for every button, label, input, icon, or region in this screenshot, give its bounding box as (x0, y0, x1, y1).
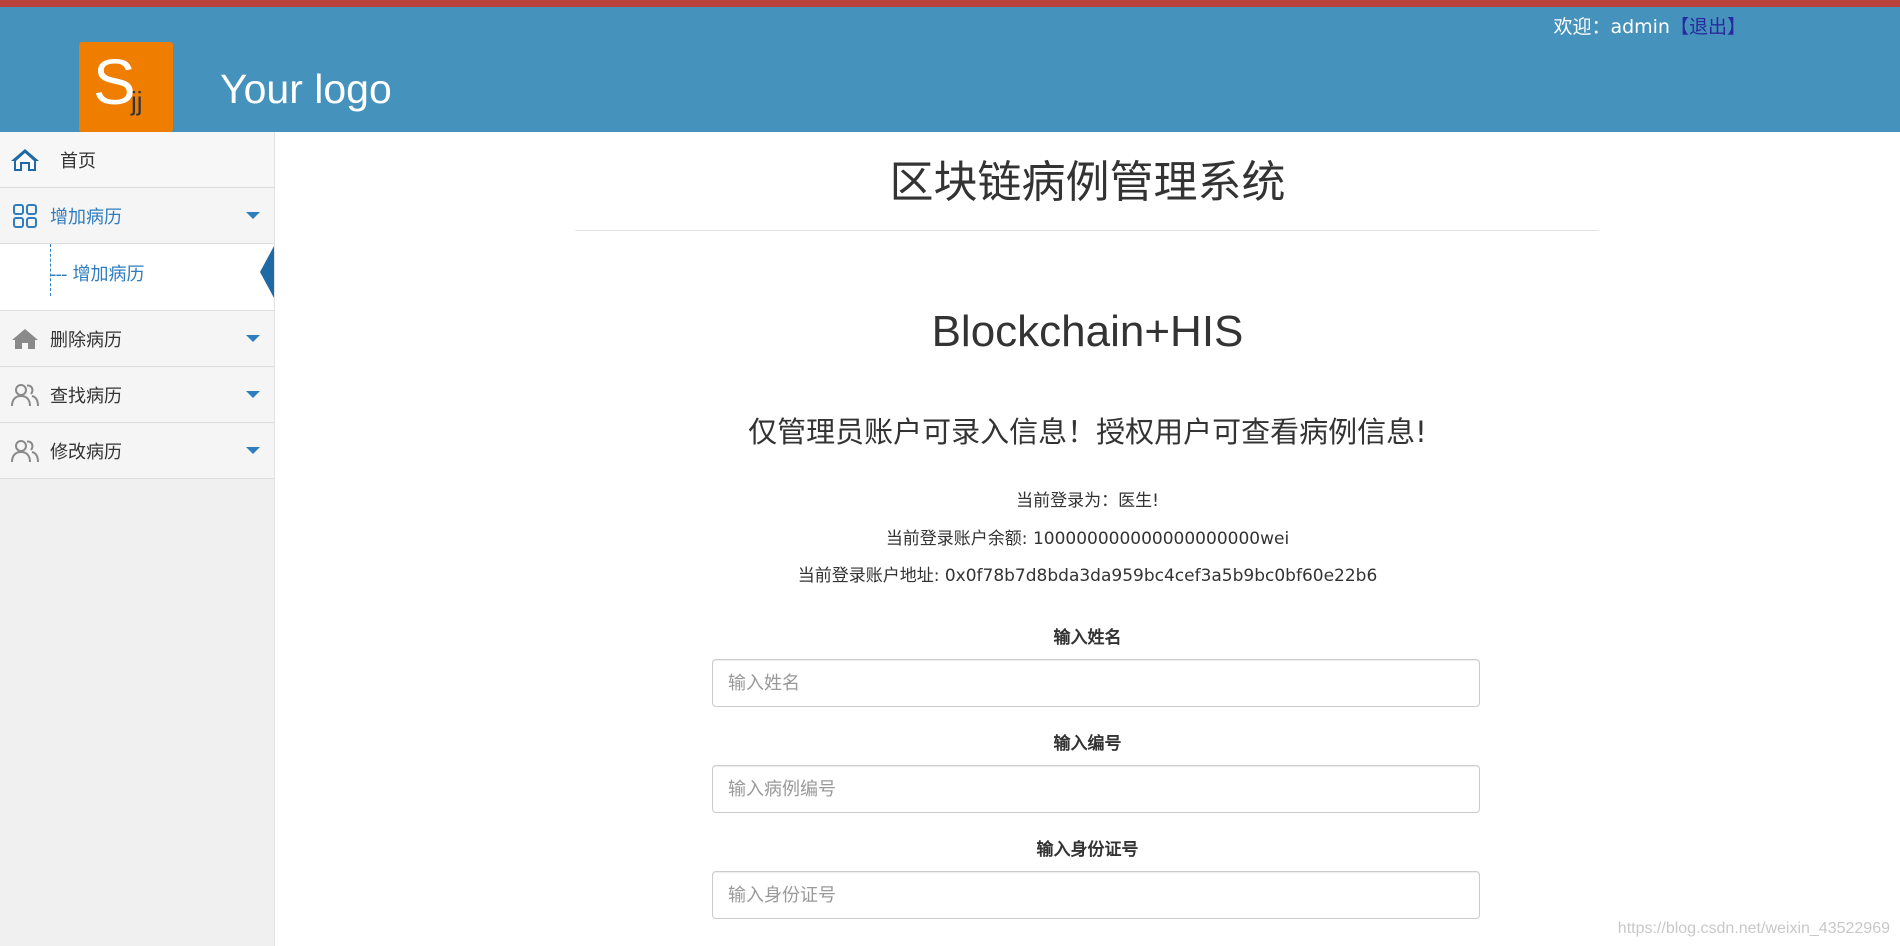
header-bar: S jj Your logo 欢迎：admin【退出】 (0, 7, 1900, 132)
sidebar-item-label: 查找病历 (50, 385, 122, 407)
name-input[interactable] (712, 659, 1480, 707)
sidebar-item-label: 增加病历 (50, 206, 122, 228)
logo-sub: jj (131, 86, 143, 116)
sidebar-item-home[interactable]: 首页 (0, 132, 274, 188)
main-content: 区块链病例管理系统 Blockchain+HIS 仅管理员账户可录入信息！授权用… (275, 132, 1900, 946)
address-text: 当前登录账户地址: 0x0f78b7d8bda3da959bc4cef3a5b9… (797, 566, 1378, 586)
sidebar-item-delete-record[interactable]: 删除病历 (0, 311, 274, 367)
name-label: 输入姓名 (1053, 628, 1122, 648)
tree-dash: --- (50, 264, 67, 285)
notice-text: 仅管理员账户可录入信息！授权用户可查看病例信息! (748, 415, 1427, 449)
chevron-down-icon (246, 447, 260, 454)
sidebar-item-edit-record[interactable]: 修改病历 (0, 423, 274, 479)
page-title: 区块链病例管理系统 (889, 157, 1286, 208)
submenu-item-label: 增加病历 (72, 264, 145, 285)
sidebar: 首页 增加病历 --- 增加病历 删除病历 查找病历 修改病历 (0, 132, 275, 946)
login-role-text: 当前登录为：医生! (1016, 491, 1159, 511)
record-number-label: 输入编号 (1053, 734, 1122, 754)
sidebar-item-find-record[interactable]: 查找病历 (0, 367, 274, 423)
sidebar-menu: 首页 增加病历 --- 增加病历 删除病历 查找病历 修改病历 (0, 132, 274, 479)
home-icon (0, 327, 50, 351)
logo-text: Your logo (220, 66, 392, 112)
record-number-input[interactable] (712, 765, 1480, 813)
active-pointer (260, 246, 274, 298)
users-icon (0, 438, 50, 464)
sidebar-item-add-record[interactable]: 增加病历 (0, 188, 274, 244)
submenu-add-record: --- 增加病历 (0, 244, 274, 311)
watermark: https://blog.csdn.net/weixin_43522969 (1617, 920, 1890, 937)
top-accent-strip (0, 0, 1900, 7)
sidebar-item-label: 修改病历 (50, 441, 122, 463)
id-number-label: 输入身份证号 (1036, 840, 1139, 860)
users-icon (0, 382, 50, 408)
chevron-down-icon (246, 335, 260, 342)
submenu-item-add-record[interactable]: --- 增加病历 (50, 260, 145, 286)
welcome-text: 欢迎：admin (1553, 16, 1670, 38)
logout-link[interactable]: 【退出】 (1670, 16, 1746, 38)
logo-letter: S (93, 46, 136, 118)
sidebar-item-label: 首页 (60, 150, 96, 172)
balance-text: 当前登录账户余额: 100000000000000000000wei (885, 529, 1290, 549)
page-subtitle: Blockchain+HIS (931, 307, 1244, 356)
welcome-bar: 欢迎：admin【退出】 (1553, 15, 1746, 39)
grid-icon (0, 203, 50, 229)
chevron-down-icon (246, 391, 260, 398)
logo: S jj (79, 42, 173, 132)
id-number-input[interactable] (712, 871, 1480, 919)
home-icon (0, 147, 50, 173)
sidebar-item-label: 删除病历 (50, 329, 122, 351)
title-divider (575, 230, 1599, 231)
chevron-down-icon (246, 212, 260, 219)
